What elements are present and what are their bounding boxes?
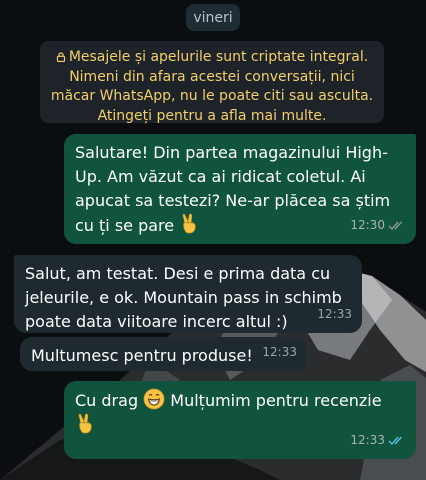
- message-meta: 12:33: [262, 340, 297, 364]
- encryption-notice[interactable]: Mesajele și apelurile sunt criptate inte…: [40, 41, 384, 124]
- message-bubble[interactable]: Salutare! Din partea magazinului High-Up…: [64, 134, 416, 244]
- double-check-delivered-icon: [388, 221, 403, 230]
- message-text: Salut, am testat. Desi e prima data cu j…: [25, 264, 342, 331]
- date-chip: vineri: [186, 4, 240, 31]
- victory-hand-emoji-icon: [182, 213, 196, 234]
- message-meta: 12:33: [317, 302, 352, 326]
- message-bubble[interactable]: Salut, am testat. Desi e prima data cu j…: [14, 255, 362, 333]
- message-time: 12:33: [262, 345, 297, 359]
- message-time: 12:30: [350, 218, 385, 232]
- message-meta: 12:33: [350, 428, 406, 452]
- victory-hand-emoji-icon: [78, 413, 92, 434]
- message-bubble[interactable]: Cu drag Mulțumim pentru recenzie 12:33: [64, 381, 416, 459]
- message-text-after: Mulțumim pentru recenzie: [170, 391, 382, 410]
- encryption-notice-text: Mesajele și apelurile sunt criptate inte…: [50, 49, 374, 124]
- message-text: Multumesc pentru produse!: [31, 346, 253, 365]
- message-text: Salutare! Din partea magazinului High-Up…: [75, 143, 391, 235]
- message-text-before: Cu drag: [75, 391, 139, 410]
- lock-icon: [56, 52, 65, 62]
- date-chip-label: vineri: [193, 9, 233, 26]
- message-meta: 12:30: [350, 213, 406, 237]
- message-time: 12:33: [350, 433, 385, 447]
- message-time: 12:33: [317, 307, 352, 321]
- grinning-face-emoji-icon: [143, 388, 165, 410]
- double-check-read-icon: [388, 436, 403, 445]
- message-bubble[interactable]: Multumesc pentru produse! 12:33: [20, 337, 307, 371]
